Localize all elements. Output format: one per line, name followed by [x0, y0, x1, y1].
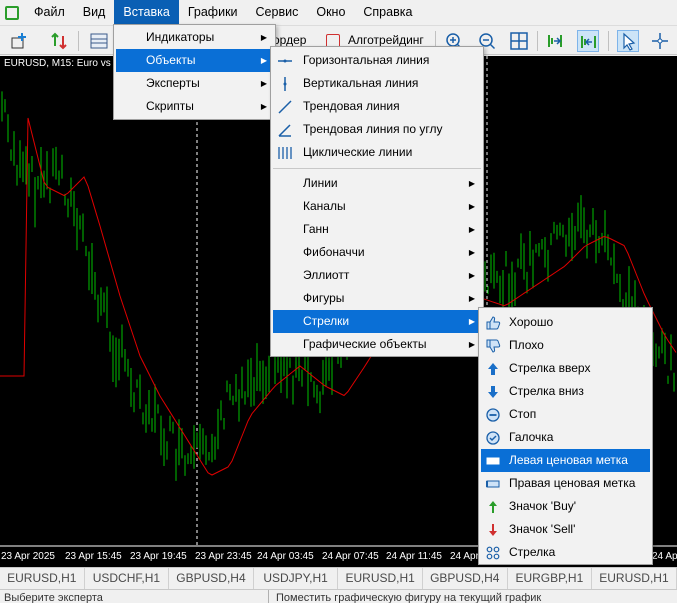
tab-chart[interactable]: GBPUSD,H4 — [423, 568, 508, 590]
menu-item-channels[interactable]: Каналы ▶ — [273, 195, 481, 218]
sell-icon — [489, 524, 497, 536]
menu-item-lines[interactable]: Линии ▶ — [273, 172, 481, 195]
tab-chart[interactable]: USDJPY,H1 — [254, 568, 339, 590]
menu-item-experts[interactable]: Эксперты ▶ — [116, 72, 273, 95]
time-tick-label: 23 Apr 23:45 — [195, 551, 252, 562]
menu-item-fibonacci[interactable]: Фибоначчи ▶ — [273, 241, 481, 264]
market-watch-icon[interactable] — [88, 30, 110, 52]
trend-angle-icon — [278, 124, 291, 137]
menu-item-gann[interactable]: Ганн ▶ — [273, 218, 481, 241]
time-tick-label: 24 Apr 03:45 — [257, 551, 314, 562]
arrow-icon — [486, 546, 500, 560]
tile-windows-icon[interactable] — [508, 30, 530, 52]
menu-item-right-price-label[interactable]: Правая ценовая метка — [481, 472, 650, 495]
order-label[interactable]: ордер — [273, 33, 306, 47]
menu-view[interactable]: Вид — [74, 0, 115, 25]
buy-icon — [489, 501, 497, 513]
cycle-lines-icon — [278, 147, 292, 159]
time-tick-label: 23 Apr 19:45 — [130, 551, 187, 562]
time-tick-label: 23 Apr 2025 — [1, 551, 55, 562]
vertical-line-icon — [283, 77, 287, 91]
menu-insert[interactable]: Вставка — [114, 0, 179, 25]
thumbs-down-icon — [486, 339, 501, 353]
status-left: Выберите эксперта — [4, 592, 103, 603]
arrow-down-icon — [488, 386, 498, 398]
arrow-up-icon — [488, 363, 498, 375]
arrows-menu: Хорошо Плохо Стрелка вверх Стрелка вниз … — [478, 307, 653, 565]
menu-bar: Файл Вид Вставка Графики Сервис Окно Спр… — [0, 0, 677, 25]
status-right: Поместить графическую фигуру на текущий … — [276, 592, 542, 603]
cursor-icon[interactable] — [617, 30, 639, 52]
menu-file[interactable]: Файл — [25, 0, 74, 25]
check-icon — [486, 431, 500, 445]
menu-item-horizontal-line[interactable]: Горизонтальная линия — [273, 49, 481, 72]
tab-chart[interactable]: EURUSD,H1 — [0, 568, 85, 590]
trendline-icon — [278, 100, 292, 114]
status-bar: Выберите эксперта Поместить графическую … — [0, 589, 677, 603]
tab-chart[interactable]: EURUSD,H1 — [338, 568, 423, 590]
menu-item-shapes[interactable]: Фигуры ▶ — [273, 287, 481, 310]
new-chart-icon[interactable] — [8, 30, 30, 52]
menu-item-left-price-label[interactable]: Левая ценовая метка — [481, 449, 650, 472]
menu-item-vertical-line[interactable]: Вертикальная линия — [273, 72, 481, 95]
menu-item-trend-angle[interactable]: Трендовая линия по углу — [273, 118, 481, 141]
menu-item-arrows[interactable]: Стрелки ▶ — [273, 310, 481, 333]
menu-item-arrow[interactable]: Стрелка — [481, 541, 650, 564]
app-icon — [5, 5, 19, 20]
menu-item-graphic-objects[interactable]: Графические объекты ▶ — [273, 333, 481, 356]
menu-item-indicators[interactable]: Индикаторы ▶ — [116, 26, 273, 49]
menu-window[interactable]: Окно — [307, 0, 354, 25]
menu-charts[interactable]: Графики — [179, 0, 247, 25]
tab-chart[interactable]: EURGBP,H1 — [508, 568, 593, 590]
left-price-label-icon — [486, 457, 500, 465]
symbol-updown-icon[interactable] — [48, 30, 70, 52]
menu-item-stop[interactable]: Стоп — [481, 403, 650, 426]
time-tick-label: 23 Apr 15:45 — [65, 551, 122, 562]
right-price-label-icon — [486, 480, 500, 488]
time-tick-label: 24 Apr 11:45 — [386, 551, 442, 562]
insert-menu: Индикаторы ▶ Объекты ▶ Эксперты ▶ Скрипты ▶ — [113, 24, 276, 120]
menu-item-elliott[interactable]: Эллиотт ▶ — [273, 264, 481, 287]
menu-item-sell[interactable]: Значок 'Sell' — [481, 518, 650, 541]
algotrading-button[interactable]: Алготрейдинг — [348, 33, 424, 47]
menu-tools[interactable]: Сервис — [247, 0, 308, 25]
tab-chart[interactable]: GBPUSD,H4 — [169, 568, 254, 590]
menu-item-thumbs-up[interactable]: Хорошо — [481, 311, 650, 334]
menu-item-cycle-lines[interactable]: Циклические линии — [273, 141, 481, 164]
objects-menu: Горизонтальная линия Вертикальная линия … — [270, 46, 484, 357]
crosshair-icon[interactable] — [649, 30, 671, 52]
menu-item-objects[interactable]: Объекты ▶ — [116, 49, 273, 72]
chart-tabs: EURUSD,H1 USDCHF,H1 GBPUSD,H4 USDJPY,H1 … — [0, 567, 677, 590]
horizontal-line-icon — [278, 59, 292, 63]
menu-item-scripts[interactable]: Скрипты ▶ — [116, 95, 273, 118]
time-tick-label: 24 Apr 0 — [652, 551, 677, 562]
time-tick-label: 24 Apr 07:45 — [322, 551, 379, 562]
menu-item-buy[interactable]: Значок 'Buy' — [481, 495, 650, 518]
menu-item-check[interactable]: Галочка — [481, 426, 650, 449]
tab-chart[interactable]: USDCHF,H1 — [85, 568, 170, 590]
menu-item-thumbs-down[interactable]: Плохо — [481, 334, 650, 357]
autoscroll-icon[interactable] — [577, 30, 599, 52]
menu-item-arrow-up[interactable]: Стрелка вверх — [481, 357, 650, 380]
menu-item-trendline[interactable]: Трендовая линия — [273, 95, 481, 118]
stop-icon — [486, 408, 500, 422]
chart-title: EURUSD, M15: Euro vs — [4, 58, 111, 69]
tab-chart[interactable]: EURUSD,H1 — [592, 568, 677, 590]
menu-item-arrow-down[interactable]: Стрелка вниз — [481, 380, 650, 403]
thumbs-up-icon — [486, 316, 501, 330]
chart-shift-icon[interactable] — [545, 30, 567, 52]
menu-help[interactable]: Справка — [354, 0, 421, 25]
